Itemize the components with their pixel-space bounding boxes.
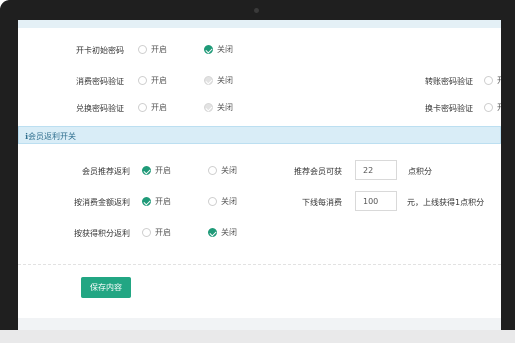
webcam-icon: [254, 8, 259, 13]
radio-circle: [138, 103, 147, 112]
radio-referral-rebate-on[interactable]: 开启: [142, 165, 171, 176]
label-initial-password: 开卡初始密码: [76, 46, 124, 55]
radio-points-rebate-on[interactable]: 开启: [142, 227, 171, 238]
label-points-rebate: 按获得积分返利: [74, 229, 130, 238]
check-icon: [208, 228, 217, 237]
radio-exchange-password-off[interactable]: 关闭: [204, 102, 233, 113]
section-title: ℹ会员返利开关: [25, 132, 77, 141]
settings-screen: 开卡初始密码 开启 关闭 消费密码验证 开启 关闭 转账密码验证 开 兑换密码验…: [18, 20, 501, 330]
radio-spending-rebate-on[interactable]: 开启: [142, 196, 171, 207]
downline-spending-input[interactable]: 100: [355, 191, 397, 211]
check-icon: [204, 45, 213, 54]
radio-circle: [138, 76, 147, 85]
radio-initial-password-off[interactable]: 关闭: [204, 44, 233, 55]
radio-swapcard-password-on[interactable]: 开: [484, 102, 501, 113]
label-spending-rebate: 按消费金额返利: [74, 198, 130, 207]
check-icon: [142, 197, 151, 206]
radio-points-rebate-off[interactable]: 关闭: [208, 227, 237, 238]
label-consume-password: 消费密码验证: [76, 77, 124, 86]
label-referral-points: 推荐会员可获: [294, 167, 342, 176]
radio-consume-password-off[interactable]: 关闭: [204, 75, 233, 86]
laptop-bezel-right: [501, 0, 515, 343]
section-header-rebate: ℹ会员返利开关: [18, 126, 501, 144]
label-transfer-password: 转账密码验证: [425, 77, 473, 86]
label-swapcard-password: 换卡密码验证: [425, 104, 473, 113]
label-exchange-password: 兑换密码验证: [76, 104, 124, 113]
laptop-bezel-top: [0, 0, 515, 20]
check-icon: [204, 76, 213, 85]
check-icon: [142, 166, 151, 175]
radio-circle: [138, 45, 147, 54]
referral-points-input[interactable]: 22: [355, 160, 397, 180]
label-referral-rebate: 会员推荐返利: [82, 167, 130, 176]
radio-circle: [484, 103, 493, 112]
radio-circle: [208, 197, 217, 206]
laptop-bezel-left: [0, 0, 18, 343]
laptop-base: [0, 330, 515, 343]
radio-exchange-password-on[interactable]: 开启: [138, 102, 167, 113]
save-button[interactable]: 保存内容: [81, 277, 131, 298]
unit-spending-rule: 元，上线获得1点积分: [407, 198, 485, 207]
radio-circle: [142, 228, 151, 237]
bottom-band: [18, 318, 501, 330]
top-info-bar: [18, 20, 501, 28]
radio-circle: [484, 76, 493, 85]
unit-points: 点积分: [408, 167, 432, 176]
check-icon: [204, 103, 213, 112]
radio-consume-password-on[interactable]: 开启: [138, 75, 167, 86]
radio-transfer-password-on[interactable]: 开: [484, 75, 501, 86]
divider: [18, 264, 501, 265]
label-downline-spending: 下线每消费: [302, 198, 342, 207]
radio-circle: [208, 166, 217, 175]
radio-initial-password-on[interactable]: 开启: [138, 44, 167, 55]
